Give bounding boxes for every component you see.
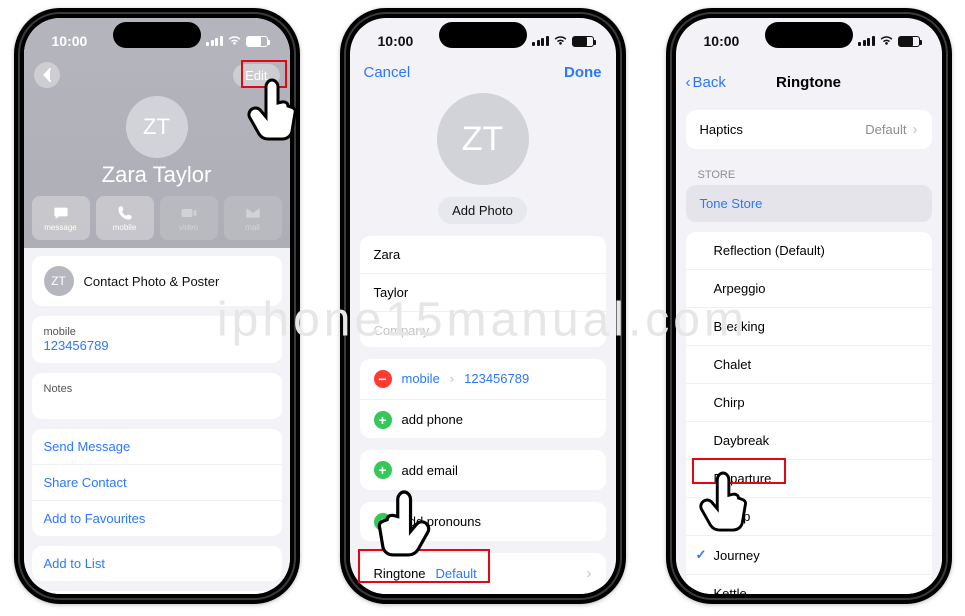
haptics-value: Default (865, 122, 906, 137)
ringtone-row[interactable]: Breaking (686, 307, 932, 345)
photo-poster-label: Contact Photo & Poster (84, 274, 220, 289)
callout-journey (692, 458, 786, 484)
callout-edit (241, 60, 287, 88)
share-contact-row[interactable]: Share Contact (32, 464, 282, 500)
phone-group: −mobile›123456789 +add phone (360, 359, 606, 439)
add-phone-row[interactable]: +add phone (360, 399, 606, 439)
done-button[interactable]: Done (564, 64, 602, 81)
ringtone-name: Reflection (Default) (714, 243, 825, 258)
pronouns-group: +add pronouns (360, 502, 606, 541)
ringtone-row[interactable]: Daybreak (686, 421, 932, 459)
add-to-list-row[interactable]: Add to List (32, 546, 282, 581)
cellular-icon (532, 36, 549, 46)
home-indicator[interactable] (754, 594, 864, 598)
haptics-row[interactable]: Haptics Default › (686, 110, 932, 149)
ringtones-list: Reflection (Default) Arpeggio Breaking Chal… (686, 232, 932, 594)
ringtone-row[interactable]: Chalet (686, 345, 932, 383)
ringtone-name: Arpeggio (714, 281, 766, 296)
phone-ringtone-picker: 10:00 ‹Back Ringtone Haptics Default › (666, 8, 952, 604)
ringtone-row[interactable]: Dollop (686, 497, 932, 535)
notes-card[interactable]: Notes (32, 373, 282, 419)
home-indicator[interactable] (428, 594, 538, 598)
contact-photo-poster-row[interactable]: ZT Contact Photo & Poster (32, 256, 282, 306)
mobile-number: 123456789 (44, 338, 270, 353)
back-button[interactable] (34, 62, 60, 88)
ringtone-name: Dollop (714, 509, 751, 524)
ringtone-name: Breaking (714, 319, 765, 334)
contact-avatar: ZT (126, 96, 188, 158)
ringtone-name: Journey (714, 548, 760, 563)
ringtone-name: Chalet (714, 357, 752, 372)
cellular-icon (858, 36, 875, 46)
ringtone-name: Chirp (714, 395, 745, 410)
first-name-field[interactable]: Zara (360, 236, 606, 273)
chevron-right-icon: › (913, 121, 918, 138)
ringtone-name: Kettle (714, 586, 747, 594)
status-time: 10:00 (52, 33, 88, 49)
haptics-label: Haptics (700, 122, 743, 137)
ringtone-row[interactable]: Chirp (686, 383, 932, 421)
add-pronouns-row[interactable]: +add pronouns (360, 502, 606, 541)
dynamic-island (765, 22, 853, 48)
battery-icon (246, 36, 268, 47)
company-field[interactable]: Company (360, 311, 606, 347)
home-indicator[interactable] (102, 594, 212, 598)
contact-avatar[interactable]: ZT (437, 93, 529, 185)
mini-avatar: ZT (44, 266, 74, 296)
ringtone-row[interactable]: Reflection (Default) (686, 232, 932, 269)
status-time: 10:00 (378, 33, 414, 49)
add-icon[interactable]: + (374, 411, 392, 429)
ringtone-row[interactable]: ✓Journey (686, 535, 932, 574)
last-name-field[interactable]: Taylor (360, 273, 606, 311)
favourites-row[interactable]: Add to Favourites (32, 500, 282, 536)
dynamic-island (113, 22, 201, 48)
wifi-icon (879, 35, 894, 48)
cancel-button[interactable]: Cancel (364, 64, 411, 81)
mobile-row[interactable]: −mobile›123456789 (360, 359, 606, 399)
ringtone-name: Daybreak (714, 433, 770, 448)
add-icon[interactable]: + (374, 513, 392, 531)
remove-icon[interactable]: − (374, 370, 392, 388)
send-message-row[interactable]: Send Message (32, 429, 282, 464)
wifi-icon (553, 35, 568, 48)
action-video: video (160, 196, 218, 240)
add-photo-button[interactable]: Add Photo (438, 197, 527, 224)
ringtone-row[interactable]: Kettle (686, 574, 932, 594)
nav-title: Ringtone (676, 74, 942, 91)
email-group: +add email (360, 450, 606, 489)
wifi-icon (227, 35, 242, 48)
contact-name: Zara Taylor (24, 162, 290, 188)
chevron-right-icon: › (587, 565, 592, 582)
notes-label: Notes (44, 383, 270, 395)
status-time: 10:00 (704, 33, 740, 49)
add-icon[interactable]: + (374, 461, 392, 479)
action-call[interactable]: mobile (96, 196, 154, 240)
callout-ringtone (358, 549, 490, 583)
mobile-label: mobile (44, 326, 270, 338)
checkmark-icon: ✓ (696, 547, 714, 563)
battery-icon (572, 36, 594, 47)
cellular-icon (206, 36, 223, 46)
dynamic-island (439, 22, 527, 48)
name-group: Zara Taylor Company (360, 236, 606, 347)
ringtone-row[interactable]: Arpeggio (686, 269, 932, 307)
action-mail: mail (224, 196, 282, 240)
tone-store-row[interactable]: Tone Store (686, 185, 932, 222)
action-message[interactable]: message (32, 196, 90, 240)
phone-edit-contact: 10:00 Cancel Done ZT Add Photo Zara (340, 8, 626, 604)
mobile-card[interactable]: mobile 123456789 (32, 316, 282, 363)
phone-contact-view: 10:00 Edit ZT Zara Tayl (14, 8, 300, 604)
store-header: STORE (676, 159, 942, 185)
add-email-row[interactable]: +add email (360, 450, 606, 489)
battery-icon (898, 36, 920, 47)
actions-group-1: Send Message Share Contact Add to Favour… (32, 429, 282, 536)
